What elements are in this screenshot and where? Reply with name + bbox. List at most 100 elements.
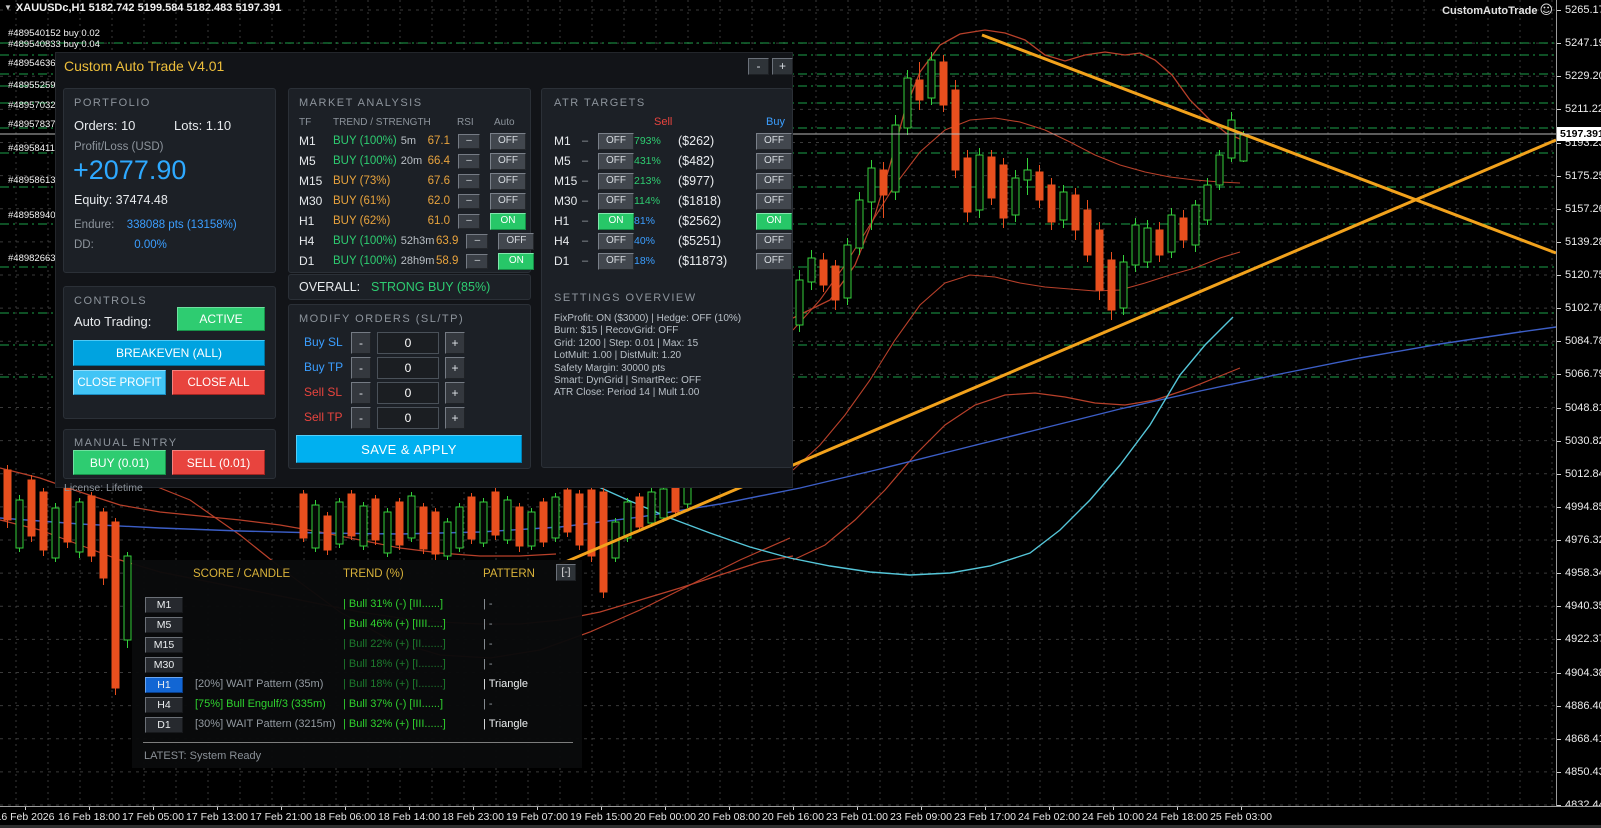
portfolio-section: PORTFOLIO Orders: 10 Lots: 1.10 Profit/L… (63, 88, 276, 273)
col-trend: TREND / STRENGTH (333, 117, 431, 128)
rsi-minus-button[interactable]: – (458, 154, 480, 169)
auto-toggle-button[interactable]: OFF (490, 173, 526, 190)
increment-button[interactable]: + (445, 407, 465, 429)
panel-maximize-button[interactable]: + (772, 58, 793, 75)
breakeven-button[interactable]: BREAKEVEN (ALL) (73, 340, 265, 366)
decrement-button[interactable]: - (351, 382, 371, 404)
trend-text: | Bull 32% (+) [III......] (343, 718, 483, 730)
sltp-label: Sell SL (304, 385, 342, 399)
close-all-button[interactable]: CLOSE ALL (172, 370, 265, 395)
save-apply-button[interactable]: SAVE & APPLY (296, 435, 522, 463)
close-profit-button[interactable]: CLOSE PROFIT (73, 370, 166, 395)
manual-entry-header: MANUAL ENTRY (74, 437, 178, 449)
auto-toggle-button[interactable]: OFF (490, 153, 526, 170)
price-tick (1557, 474, 1561, 475)
price-tick (1557, 209, 1561, 210)
market-analysis-row: H1BUY (62%)61.0–ON (289, 211, 532, 231)
buy-atr-toggle-button[interactable]: OFF (756, 193, 792, 210)
auto-toggle-button[interactable]: OFF (490, 193, 526, 210)
price-label: 5102.765 (1565, 302, 1601, 314)
settings-lines: FixProfit: ON ($3000) | Hedge: OFF (10%)… (554, 313, 741, 400)
manual-sell-button[interactable]: SELL (0.01) (172, 450, 265, 475)
auto-toggle-button[interactable]: OFF (498, 233, 534, 250)
buy-atr-toggle-button[interactable]: OFF (756, 233, 792, 250)
buy-atr-toggle-button[interactable]: OFF (756, 153, 792, 170)
market-analysis-row: D1BUY (100%)28h9m58.9–ON (289, 251, 532, 271)
sell-atr-toggle-button[interactable]: OFF (598, 233, 634, 250)
rsi-minus-button[interactable]: – (466, 254, 488, 269)
timeframe-button[interactable]: H4 (145, 697, 183, 713)
modify-order-row: Buy SL-0+ (299, 332, 519, 354)
candle-body (1144, 228, 1151, 262)
price-scale[interactable]: 5265.1755247.1905229.2055211.2205193.235… (1556, 0, 1601, 806)
decrement-button[interactable]: - (351, 357, 371, 379)
auto-toggle-button[interactable]: OFF (490, 133, 526, 150)
dash-placeholder: – (582, 135, 598, 147)
buy-atr-toggle-button[interactable]: ON (756, 213, 792, 230)
dash-placeholder: – (582, 195, 598, 207)
increment-button[interactable]: + (445, 332, 465, 354)
timeframe-button[interactable]: D1 (145, 717, 183, 733)
timeframe-button[interactable]: M30 (145, 657, 183, 673)
sltp-value-field[interactable]: 0 (377, 382, 439, 404)
decrement-button[interactable]: - (351, 407, 371, 429)
candle-body (1036, 172, 1043, 200)
sltp-value-field[interactable]: 0 (377, 407, 439, 429)
sell-atr-toggle-button[interactable]: OFF (598, 153, 634, 170)
time-tick (985, 807, 986, 810)
atr-percent: 18% (634, 255, 678, 267)
sell-atr-toggle-button[interactable]: ON (598, 213, 634, 230)
candle-body (384, 512, 391, 553)
rsi-minus-button[interactable]: – (458, 134, 480, 149)
auto-toggle-button[interactable]: ON (490, 213, 526, 230)
buy-atr-toggle-button[interactable]: OFF (756, 253, 792, 270)
score-panel-row: D1[30%] WAIT Pattern (3215m)| Bull 32% (… (132, 714, 582, 734)
sltp-value-field[interactable]: 0 (377, 332, 439, 354)
timeframe-button[interactable]: M1 (145, 597, 183, 613)
panel-title: Custom Auto Trade V4.01 (64, 58, 224, 74)
candle-body (528, 512, 535, 546)
score-panel-collapse-button[interactable]: [-] (556, 564, 576, 581)
sell-atr-toggle-button[interactable]: OFF (598, 173, 634, 190)
tf-button-cell: D1 (145, 715, 195, 734)
increment-button[interactable]: + (445, 382, 465, 404)
auto-toggle-button[interactable]: ON (498, 253, 534, 270)
auto-trading-status-button[interactable]: ACTIVE (177, 307, 265, 331)
increment-button[interactable]: + (445, 357, 465, 379)
sell-atr-toggle-button[interactable]: OFF (598, 133, 634, 150)
trend-value: BUY (100%) (333, 135, 397, 147)
candle-body (504, 500, 511, 540)
sell-atr-toggle-button[interactable]: OFF (598, 253, 634, 270)
decrement-button[interactable]: - (351, 332, 371, 354)
candle-body (40, 492, 47, 550)
buy-atr-toggle-button[interactable]: OFF (756, 173, 792, 190)
timeframe-button[interactable]: H1 (145, 677, 183, 693)
trend-duration: 5m (401, 135, 416, 147)
time-tick (1049, 807, 1050, 810)
dd-row: DD: 0.00% (74, 235, 167, 253)
timeframe-label: M15 (299, 174, 333, 188)
trend-value: BUY (61%) (333, 195, 390, 207)
price-label: 5120.750 (1565, 269, 1601, 281)
rsi-minus-button[interactable]: – (458, 214, 480, 229)
score-panel-row: M15| Bull 22% (+) [II.......]| - (132, 634, 582, 654)
manual-buy-button[interactable]: BUY (0.01) (73, 450, 166, 475)
rsi-minus-button[interactable]: – (458, 194, 480, 209)
timeframe-button[interactable]: M15 (145, 637, 183, 653)
buy-atr-toggle-button[interactable]: OFF (756, 133, 792, 150)
price-label: 4994.855 (1565, 501, 1601, 513)
sell-atr-toggle-button[interactable]: OFF (598, 193, 634, 210)
order-label: #48957032 (8, 100, 56, 111)
candle-body (300, 494, 307, 538)
rsi-minus-button[interactable]: – (466, 234, 488, 249)
smiley-icon: ☺ (1539, 3, 1553, 18)
timeframe-button[interactable]: M5 (145, 617, 183, 633)
candle-body (76, 502, 83, 552)
overall-label: OVERALL: (299, 280, 360, 294)
candle-body (928, 60, 935, 98)
trend-duration: 52h3m (401, 235, 435, 247)
rsi-value: 67.1 (426, 135, 458, 147)
panel-minimize-button[interactable]: - (748, 58, 769, 75)
rsi-minus-button[interactable]: – (458, 174, 480, 189)
sltp-value-field[interactable]: 0 (377, 357, 439, 379)
